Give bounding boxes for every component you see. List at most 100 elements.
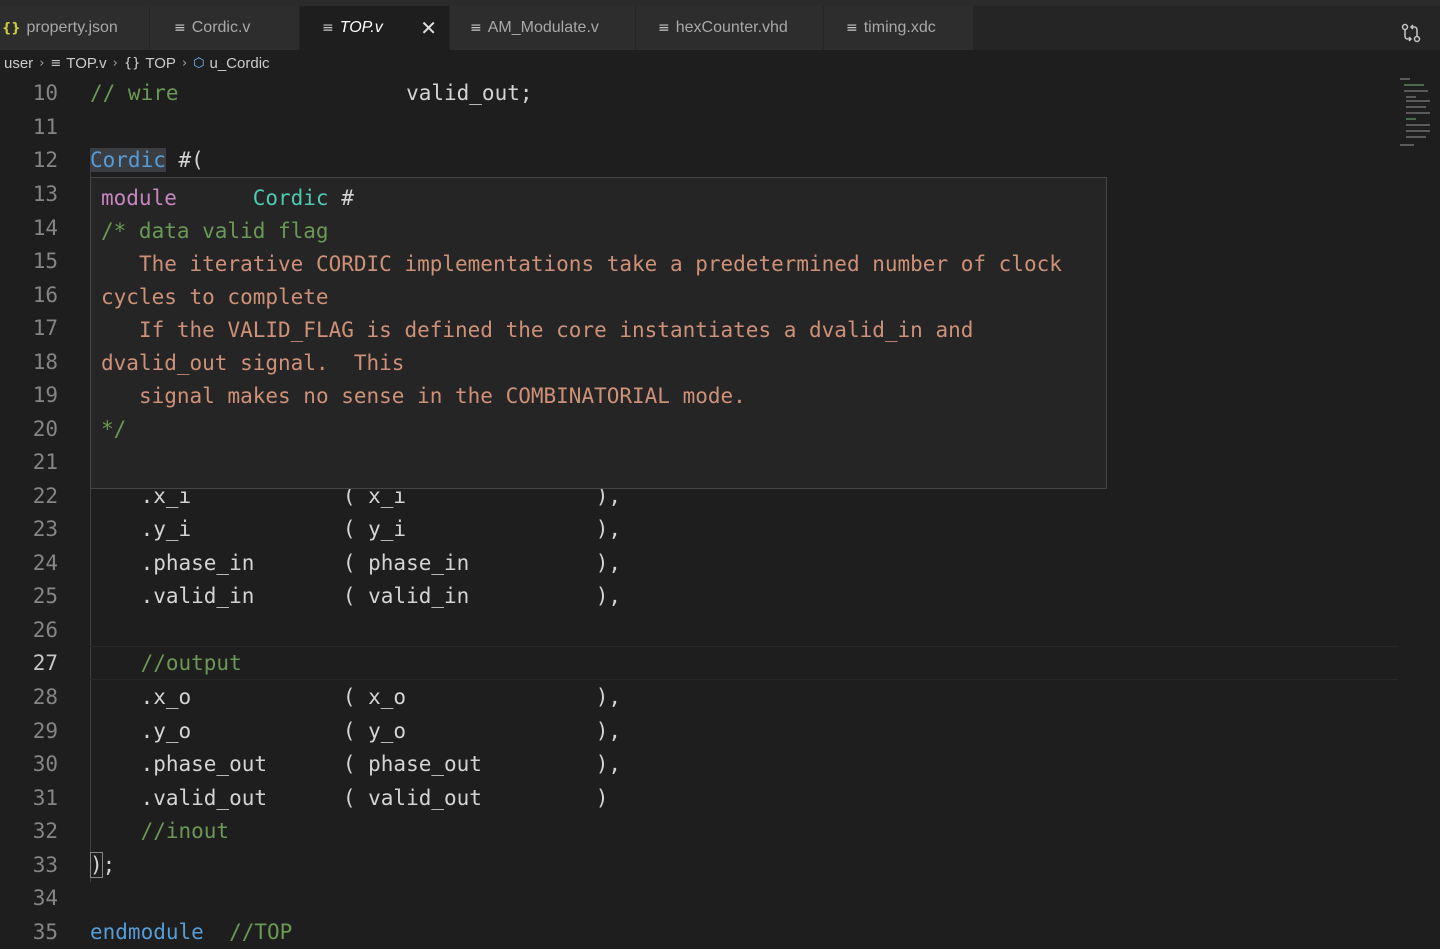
tab-label: property.json	[26, 19, 118, 36]
code-line: 24 .phase_in ( phase_in ),	[0, 546, 1400, 580]
code-line: 28 .x_o ( x_o ),	[0, 680, 1400, 714]
breadcrumb-label: TOP.v	[66, 54, 107, 72]
breadcrumb-label: TOP	[145, 54, 176, 72]
close-icon[interactable]: ✕	[420, 16, 437, 40]
doc-comment-close: */	[101, 417, 127, 441]
line-number: 29	[32, 719, 58, 743]
line-number: 32	[32, 819, 58, 843]
line-number: 11	[32, 115, 58, 139]
line-number: 34	[32, 886, 58, 910]
line-content: .x_o ( x_o ),	[90, 685, 622, 709]
line-number: 23	[32, 517, 58, 541]
code-line: 30 .phase_out ( phase_out ),	[0, 747, 1400, 781]
code-line: 10 // wire valid_out;	[0, 76, 1400, 110]
doc-comment-open: /* data valid flag	[101, 219, 329, 243]
tab-label: Cordic.v	[191, 19, 251, 36]
tab-top-v[interactable]: ≡ TOP.v ✕	[300, 6, 450, 50]
code-line: 26	[0, 613, 1400, 647]
tab-label: hexCounter.vhd	[675, 19, 788, 36]
line-number: 31	[32, 786, 58, 810]
code-text: valid_out;	[406, 81, 533, 105]
doc-body: The iterative CORDIC implementations tak…	[101, 252, 1062, 408]
signature-keyword: module	[101, 186, 177, 210]
line-number: 18	[32, 350, 58, 374]
file-lines-icon: ≡	[658, 20, 670, 36]
hover-doc: /* data valid flag The iterative CORDIC …	[101, 215, 1096, 446]
line-content: // wire valid_out;	[90, 76, 533, 110]
line-number: 30	[32, 752, 58, 776]
chevron-right-icon: ›	[39, 55, 45, 71]
line-content: .phase_out ( phase_out ),	[90, 752, 622, 776]
signature-name: Cordic	[252, 186, 329, 210]
hover-signature: module Cordic #	[101, 182, 1096, 215]
code-editor[interactable]: 10 // wire valid_out; 11 12 Cordic #( 13…	[0, 76, 1440, 944]
line-number: 28	[32, 685, 58, 709]
tab-cordic-v[interactable]: ≡ Cordic.v	[150, 6, 300, 50]
breadcrumb-item-top-v[interactable]: ≡ TOP.v	[50, 55, 106, 72]
file-lines-icon: ≡	[470, 20, 482, 36]
line-content: .valid_in ( valid_in ),	[90, 584, 622, 608]
line-content: .phase_in ( phase_in ),	[90, 551, 622, 575]
breadcrumb-item-user[interactable]: user	[4, 55, 33, 72]
code-text: #(	[165, 148, 204, 172]
tab-label: AM_Modulate.v	[487, 19, 599, 36]
code-line: 23 .y_i ( y_i ),	[0, 512, 1400, 546]
tab-am-modulate-v[interactable]: ≡ AM_Modulate.v	[450, 6, 636, 50]
breadcrumb-item-top-module[interactable]: {} TOP	[124, 55, 176, 72]
line-content: Cordic #(	[90, 143, 204, 177]
file-lines-icon: ≡	[846, 20, 858, 36]
line-number: 19	[32, 383, 58, 407]
breadcrumb: user › ≡ TOP.v › {} TOP › ⬡ u_Cordic	[0, 50, 1440, 76]
code-line: 12 Cordic #(	[0, 143, 1400, 177]
code-line: 32 //inout	[0, 814, 1400, 848]
breadcrumb-label: user	[4, 54, 34, 72]
code-line: 33 );	[0, 848, 1400, 882]
tab-label: TOP.v	[339, 19, 383, 36]
hover-tooltip: module Cordic # /* data valid flag The i…	[90, 177, 1107, 489]
module-braces-icon: {}	[123, 55, 141, 71]
line-number: 14	[32, 216, 58, 240]
file-lines-icon: ≡	[50, 55, 62, 71]
line-content: //inout	[90, 819, 230, 843]
signature-suffix: #	[328, 186, 354, 210]
tab-property-json[interactable]: {} property.json	[0, 6, 150, 50]
line-number: 24	[32, 551, 58, 575]
code-line: 34	[0, 881, 1400, 915]
code-line: 25 .valid_in ( valid_in ),	[0, 579, 1400, 613]
line-number: 17	[32, 316, 58, 340]
line-number: 12	[32, 148, 58, 172]
bracket-match-highlight	[90, 852, 103, 878]
json-icon: {}	[2, 20, 21, 36]
highlighted-identifier[interactable]: Cordic	[90, 148, 166, 172]
line-number: 16	[32, 283, 58, 307]
line-number: 20	[32, 417, 58, 441]
code-line: 27 //output	[0, 646, 1400, 680]
line-number: 22	[32, 484, 58, 508]
line-number: 10	[32, 81, 58, 105]
keyword-text: endmodule	[90, 920, 204, 944]
breadcrumb-label: u_Cordic	[209, 54, 270, 72]
line-number: 21	[32, 450, 58, 474]
line-number: 25	[32, 584, 58, 608]
line-content: .valid_out ( valid_out )	[90, 786, 609, 810]
line-number: 27	[32, 651, 58, 675]
breadcrumb-item-u-cordic[interactable]: ⬡ u_Cordic	[193, 55, 269, 72]
line-number: 26	[32, 618, 58, 642]
line-number: 35	[32, 920, 58, 944]
tab-label: timing.xdc	[863, 19, 936, 36]
line-content: //output	[90, 651, 242, 675]
tab-hexcounter-vhd[interactable]: ≡ hexCounter.vhd	[636, 6, 824, 50]
code-line: 35 endmodule //TOP	[0, 915, 1400, 949]
chevron-right-icon: ›	[181, 55, 188, 71]
file-lines-icon: ≡	[174, 20, 186, 36]
tab-timing-xdc[interactable]: ≡ timing.xdc	[824, 6, 974, 50]
code-line: 31 .valid_out ( valid_out )	[0, 781, 1400, 815]
line-content: endmodule //TOP	[90, 915, 292, 949]
code-line: 11	[0, 110, 1400, 144]
comment-text: //TOP	[203, 920, 293, 944]
line-content: .y_i ( y_i ),	[90, 517, 622, 541]
compare-changes-icon[interactable]	[1400, 22, 1422, 44]
chevron-right-icon: ›	[112, 55, 118, 71]
line-number: 13	[32, 182, 58, 206]
minimap[interactable]	[1398, 76, 1440, 156]
